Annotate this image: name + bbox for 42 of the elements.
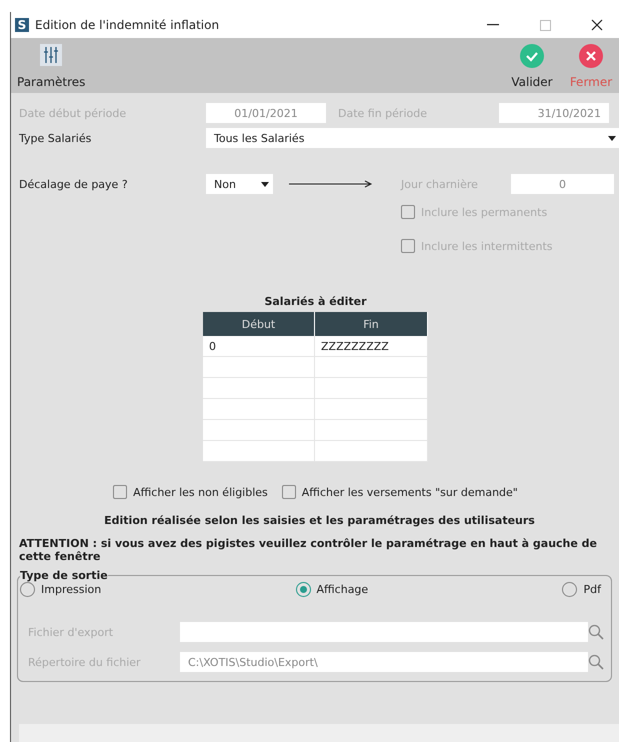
column-header: Fin	[315, 312, 428, 336]
table-cell[interactable]: ZZZZZZZZZ	[315, 336, 428, 357]
check-icon	[520, 44, 544, 68]
table-title: Salariés à éditer	[264, 295, 367, 308]
sliders-icon	[40, 44, 62, 66]
table-cell[interactable]	[203, 420, 315, 441]
search-icon[interactable]	[588, 624, 604, 640]
table-cell[interactable]	[315, 441, 428, 462]
close-icon	[579, 44, 603, 68]
radio-button[interactable]: Impression	[20, 582, 102, 597]
group-title: Type de sortie	[20, 569, 108, 582]
table-cell[interactable]	[315, 399, 428, 420]
validate-button[interactable]: Valider	[502, 38, 562, 93]
table-cell[interactable]	[203, 441, 315, 462]
search-icon[interactable]	[588, 654, 604, 670]
table-cell[interactable]	[203, 399, 315, 420]
minimize-icon[interactable]	[487, 24, 499, 26]
app-icon: S	[15, 18, 29, 32]
radio-button[interactable]: Pdf	[562, 582, 601, 597]
field-label: Décalage de paye ?	[19, 178, 129, 190]
maximize-icon[interactable]	[540, 20, 550, 30]
checkbox[interactable]: Afficher les non éligibles	[113, 485, 268, 499]
table-cell[interactable]: 0	[203, 336, 315, 357]
checkbox[interactable]: Afficher les versements "sur demande"	[282, 485, 518, 499]
table-cell[interactable]	[315, 378, 428, 399]
radio-button[interactable]: Affichage	[296, 582, 368, 597]
close-icon[interactable]	[591, 19, 603, 31]
arrow-icon	[289, 180, 373, 188]
parameters-button[interactable]: Paramètres	[11, 38, 92, 93]
file-field[interactable]	[180, 622, 588, 642]
table-cell[interactable]	[203, 378, 315, 399]
info-text: Edition réalisée selon les saisies et les paramétrages des utilisateurs	[103, 514, 536, 527]
table-cell[interactable]	[315, 357, 428, 378]
table-cell[interactable]	[203, 357, 315, 378]
caret-icon	[261, 182, 269, 186]
field-label: Type Salariés	[19, 132, 92, 144]
column-header: Début	[203, 312, 315, 336]
warning-text: ATTENTION : si vous avez des pigistes veuillez contrôler le paramétrage en haut à gauche de cette fenêtre	[19, 537, 598, 563]
dropdown[interactable]: Tous les Salariés	[206, 128, 619, 148]
caret-icon	[608, 136, 616, 140]
window-title: Edition de l'indemnité inflation	[35, 18, 220, 32]
table-cell[interactable]	[315, 420, 428, 441]
